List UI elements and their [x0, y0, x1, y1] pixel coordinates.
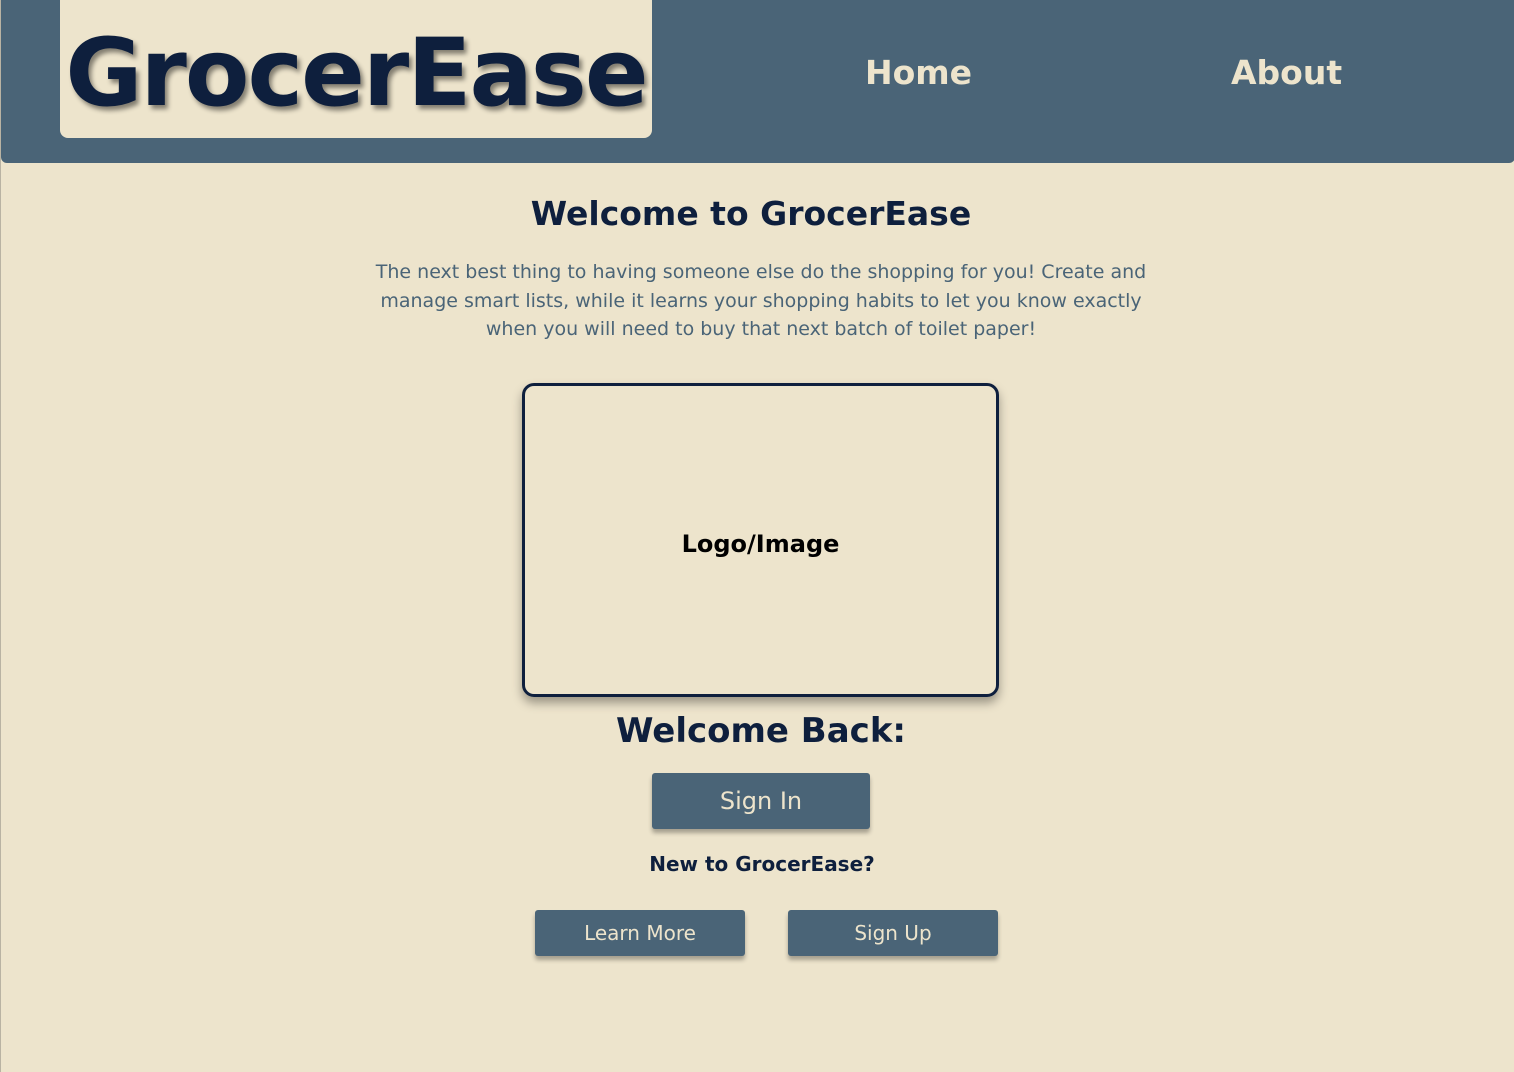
- top-header: GrocerEase Home About: [1, 0, 1514, 163]
- intro-paragraph: The next best thing to having someone el…: [375, 261, 1147, 340]
- logo-placeholder-label: Logo/Image: [681, 530, 840, 558]
- nav-home-link[interactable]: Home: [865, 56, 972, 89]
- welcome-back-text: Welcome Back:: [615, 711, 907, 751]
- page-title-text: Welcome to GrocerEase: [530, 194, 972, 233]
- nav-about-link[interactable]: About: [1231, 56, 1342, 89]
- new-user-prompt-text: New to GrocerEase?: [649, 852, 875, 876]
- learn-more-button[interactable]: Learn More: [535, 910, 745, 956]
- brand-title: GrocerEase: [65, 19, 648, 128]
- new-user-prompt: New to GrocerEase?: [1, 852, 1514, 876]
- logo-image-placeholder: Logo/Image: [522, 383, 999, 697]
- page-title: Welcome to GrocerEase: [1, 194, 1514, 233]
- brand-logo-box[interactable]: GrocerEase: [60, 0, 652, 138]
- page: GrocerEase Home About Welcome to GrocerE…: [0, 0, 1514, 1072]
- sign-in-button[interactable]: Sign In: [652, 773, 870, 829]
- sign-up-button[interactable]: Sign Up: [788, 910, 998, 956]
- welcome-back-heading: Welcome Back:: [1, 711, 1514, 751]
